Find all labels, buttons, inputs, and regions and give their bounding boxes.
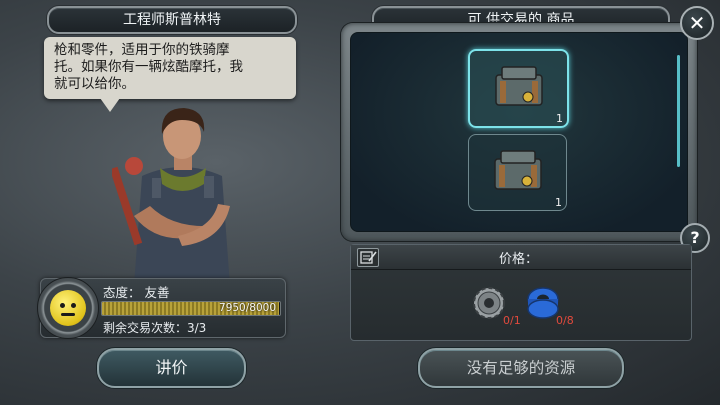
- attitude-progress-bar: 7950/8000: [101, 301, 281, 316]
- price-header: 价格：: [351, 245, 691, 270]
- attitude-progress-text: 7950/8000: [219, 302, 276, 314]
- shop-item-list: 1 1: [350, 32, 688, 232]
- price-panel: 价格： 0/1 0/8: [350, 244, 692, 341]
- requirement-tape-amount: 0/8: [556, 314, 574, 327]
- crate-icon: [495, 66, 543, 106]
- speech-bubble: 枪和零件，适用于你的铁骑摩 托。如果你有一辆炫酷摩托，我 就可以给你。: [44, 37, 296, 99]
- neutral-face-icon: [50, 290, 86, 326]
- shop-item-slot[interactable]: 1: [468, 49, 569, 128]
- trades-remaining: 剩余交易次数：3/3: [103, 321, 207, 335]
- item-count: 1: [555, 196, 562, 209]
- close-button[interactable]: ✕: [680, 6, 714, 40]
- haggle-button[interactable]: 讲价: [97, 348, 246, 388]
- shop-panel: 1 1: [341, 23, 697, 241]
- npc-name-title: 工程师斯普林特: [47, 6, 297, 34]
- crate-icon: [494, 150, 542, 190]
- price-label: 价格：: [499, 252, 539, 267]
- shop-scrollbar[interactable]: [677, 55, 680, 167]
- close-icon: ✕: [688, 11, 706, 35]
- help-icon: ?: [690, 228, 700, 247]
- requirement-gear-amount: 0/1: [503, 314, 521, 327]
- item-count: 1: [556, 112, 563, 125]
- shop-item-slot[interactable]: 1: [468, 134, 567, 211]
- attitude-emoji-frame: [37, 277, 99, 339]
- note-icon[interactable]: [357, 248, 379, 267]
- attitude-panel: 态度： 友善 7950/8000 剩余交易次数：3/3: [37, 277, 286, 339]
- trade-button[interactable]: 没有足够的资源: [418, 348, 624, 388]
- attitude-label: 态度： 友善: [103, 285, 170, 300]
- npc-dialogue: 枪和零件，适用于你的铁骑摩 托。如果你有一辆炫酷摩托，我 就可以给你。: [54, 42, 243, 92]
- npc-portrait: [112, 108, 247, 286]
